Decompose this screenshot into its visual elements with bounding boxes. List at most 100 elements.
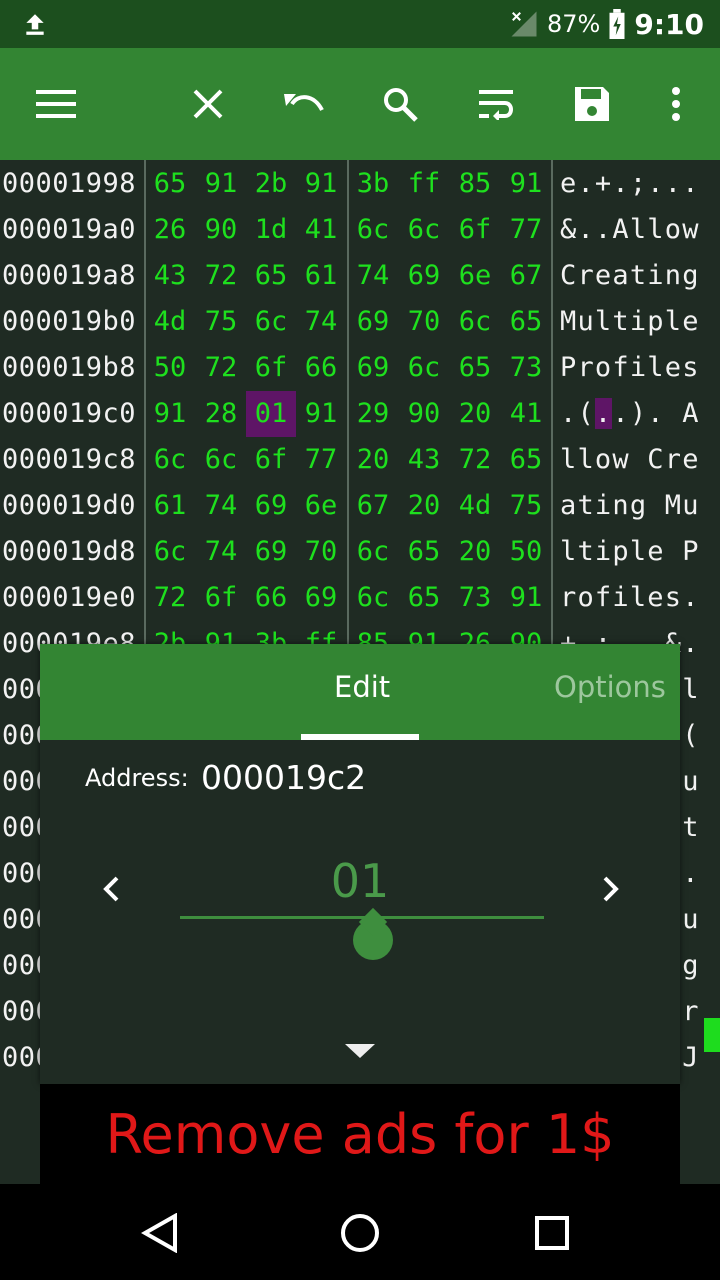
hex-byte[interactable]: 75 — [196, 299, 246, 345]
hex-byte[interactable]: 28 — [196, 391, 246, 437]
recents-icon[interactable] — [527, 1208, 577, 1258]
hex-byte[interactable]: 6c — [145, 529, 195, 575]
hex-byte[interactable]: 6c — [196, 437, 246, 483]
hex-byte[interactable]: 72 — [450, 437, 500, 483]
hex-byte[interactable]: 74 — [196, 529, 246, 575]
hex-byte[interactable]: 65 — [246, 253, 296, 299]
hex-byte[interactable]: 69 — [348, 299, 398, 345]
hex-byte[interactable]: 75 — [501, 483, 551, 529]
tab-options[interactable]: Options — [554, 670, 666, 704]
hex-byte[interactable]: 6f — [450, 207, 500, 253]
hex-byte[interactable]: 1d — [246, 207, 296, 253]
hex-byte[interactable]: 91 — [501, 161, 551, 207]
hex-byte[interactable]: 66 — [246, 575, 296, 621]
hex-byte[interactable]: 74 — [348, 253, 398, 299]
hex-byte[interactable]: 65 — [145, 161, 195, 207]
hex-byte[interactable]: 41 — [296, 207, 346, 253]
hex-byte[interactable]: 73 — [501, 345, 551, 391]
close-icon[interactable] — [180, 76, 236, 132]
wrap-icon[interactable] — [468, 76, 524, 132]
hex-byte[interactable]: ff — [399, 161, 449, 207]
hex-byte[interactable]: 69 — [246, 529, 296, 575]
hex-byte[interactable]: 6c — [145, 437, 195, 483]
hex-byte[interactable]: 50 — [501, 529, 551, 575]
menu-icon[interactable] — [28, 76, 84, 132]
undo-icon[interactable] — [276, 76, 332, 132]
ascii-text[interactable]: rofiles. — [560, 575, 700, 621]
hex-byte[interactable]: 77 — [501, 207, 551, 253]
hex-byte[interactable]: 91 — [196, 161, 246, 207]
hex-byte[interactable]: 72 — [196, 253, 246, 299]
hex-byte[interactable]: 6c — [348, 207, 398, 253]
hex-byte[interactable]: 01 — [246, 391, 296, 437]
hex-byte[interactable]: 6e — [296, 483, 346, 529]
hex-byte[interactable]: 20 — [399, 483, 449, 529]
hex-byte[interactable]: 6c — [246, 299, 296, 345]
hex-byte[interactable]: 74 — [296, 299, 346, 345]
hex-byte[interactable]: 65 — [501, 299, 551, 345]
hex-byte[interactable]: 3b — [348, 161, 398, 207]
hex-byte[interactable]: 61 — [145, 483, 195, 529]
home-icon[interactable] — [335, 1208, 385, 1258]
hex-byte[interactable]: 6c — [348, 575, 398, 621]
ascii-text[interactable]: Creating — [560, 253, 700, 299]
hex-byte[interactable]: 2b — [246, 161, 296, 207]
hex-byte[interactable]: 65 — [501, 437, 551, 483]
back-icon[interactable] — [135, 1208, 185, 1258]
ascii-text[interactable]: ating Mu — [560, 483, 700, 529]
ascii-text[interactable]: Multiple — [560, 299, 700, 345]
hex-byte[interactable]: 72 — [145, 575, 195, 621]
hex-byte[interactable]: 69 — [399, 253, 449, 299]
hex-byte[interactable]: 41 — [501, 391, 551, 437]
hex-byte[interactable]: 69 — [246, 483, 296, 529]
ascii-text[interactable]: Profiles — [560, 345, 700, 391]
hex-byte[interactable]: 70 — [296, 529, 346, 575]
byte-value[interactable]: 01 — [40, 854, 680, 908]
hex-byte[interactable]: 26 — [145, 207, 195, 253]
ascii-text[interactable]: e.+.;... — [560, 161, 700, 207]
hex-byte[interactable]: 6e — [450, 253, 500, 299]
hex-byte[interactable]: 4d — [450, 483, 500, 529]
hex-byte[interactable]: 6c — [348, 529, 398, 575]
scroll-indicator[interactable] — [704, 1018, 720, 1052]
hex-byte[interactable]: 20 — [348, 437, 398, 483]
hex-byte[interactable]: 20 — [450, 391, 500, 437]
ad-banner[interactable]: Remove ads for 1$ — [40, 1084, 680, 1184]
search-icon[interactable] — [372, 76, 428, 132]
tab-edit[interactable]: Edit — [334, 670, 390, 704]
hex-byte[interactable]: 50 — [145, 345, 195, 391]
expand-down-icon[interactable] — [345, 1044, 375, 1058]
hex-byte[interactable]: 4d — [145, 299, 195, 345]
hex-byte[interactable]: 43 — [399, 437, 449, 483]
ascii-text[interactable]: llow Cre — [560, 437, 700, 483]
hex-byte[interactable]: 91 — [501, 575, 551, 621]
hex-byte[interactable]: 73 — [450, 575, 500, 621]
ascii-text[interactable]: ltiple P — [560, 529, 700, 575]
hex-byte[interactable]: 65 — [399, 529, 449, 575]
more-vertical-icon[interactable] — [648, 76, 704, 132]
hex-byte[interactable]: 70 — [399, 299, 449, 345]
hex-byte[interactable]: 6c — [399, 345, 449, 391]
hex-byte[interactable]: 91 — [296, 391, 346, 437]
hex-byte[interactable]: 90 — [399, 391, 449, 437]
address-value[interactable]: 000019c2 — [201, 758, 366, 797]
hex-byte[interactable]: 65 — [399, 575, 449, 621]
hex-byte[interactable]: 43 — [145, 253, 195, 299]
hex-byte[interactable]: 91 — [296, 161, 346, 207]
hex-byte[interactable]: 90 — [196, 207, 246, 253]
hex-byte[interactable]: 72 — [196, 345, 246, 391]
hex-byte[interactable]: 69 — [348, 345, 398, 391]
hex-byte[interactable]: 66 — [296, 345, 346, 391]
hex-byte[interactable]: 67 — [501, 253, 551, 299]
hex-byte[interactable]: 6c — [450, 299, 500, 345]
next-byte-button[interactable] — [586, 864, 636, 914]
hex-byte[interactable]: 6c — [399, 207, 449, 253]
ascii-text[interactable]: &..Allow — [560, 207, 700, 253]
hex-byte[interactable]: 61 — [296, 253, 346, 299]
hex-byte[interactable]: 69 — [296, 575, 346, 621]
hex-byte[interactable]: 65 — [450, 345, 500, 391]
hex-byte[interactable]: 6f — [246, 345, 296, 391]
ascii-text[interactable]: .(..). A — [560, 391, 700, 437]
hex-byte[interactable]: 74 — [196, 483, 246, 529]
hex-byte[interactable]: 67 — [348, 483, 398, 529]
